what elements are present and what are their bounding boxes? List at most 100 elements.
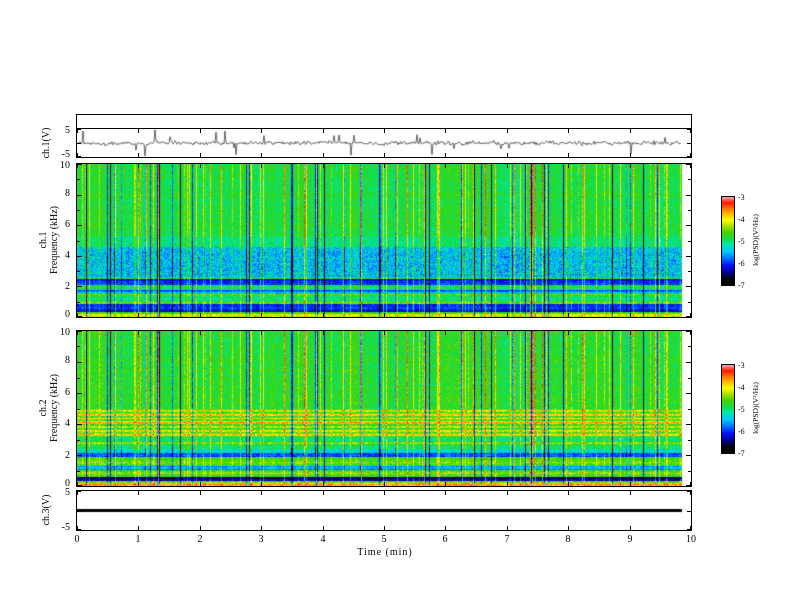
y-tick-mark bbox=[687, 529, 691, 530]
x-tick-mark bbox=[384, 482, 385, 486]
y-tick-mark bbox=[77, 225, 82, 226]
x-tick-mark bbox=[568, 153, 569, 157]
y-tick-mark bbox=[686, 485, 691, 486]
ch1-colorbar bbox=[721, 196, 735, 286]
x-axis-tick-label: 0 bbox=[74, 534, 80, 545]
y-tick-mark bbox=[77, 179, 80, 180]
y-tick-mark bbox=[77, 256, 82, 257]
ch1-frequency-axis-label-line1: ch.1 bbox=[38, 231, 49, 249]
y-tick-mark bbox=[77, 393, 82, 394]
x-tick-mark bbox=[568, 526, 569, 530]
y-tick-mark bbox=[688, 271, 691, 272]
y-tick-mark bbox=[688, 346, 691, 347]
ch2-frequency-axis-label: ch.2 Frequency (kHz) bbox=[38, 333, 60, 483]
x-tick-mark bbox=[138, 331, 139, 335]
x-tick-mark bbox=[568, 313, 569, 317]
y-tick-mark bbox=[686, 316, 691, 317]
colorbar-tick-label: -3 bbox=[738, 361, 745, 370]
ch3-waveform-canvas bbox=[77, 491, 691, 530]
ch1-colorbar-label: log(PSD)(V²/Hz) bbox=[751, 214, 760, 266]
y-tick-mark bbox=[77, 286, 82, 287]
y-tick-mark bbox=[686, 393, 691, 394]
y-tick-mark bbox=[77, 346, 80, 347]
x-tick-mark bbox=[138, 153, 139, 157]
y-tick-mark bbox=[686, 455, 691, 456]
x-tick-mark bbox=[630, 331, 631, 335]
ch3-waveform-panel bbox=[76, 490, 692, 531]
x-axis-tick-label: 1 bbox=[135, 534, 141, 545]
x-tick-mark bbox=[323, 491, 324, 495]
ch2-frequency-axis-label-line2: Frequency (kHz) bbox=[49, 373, 60, 443]
colorbar-tick-label: -3 bbox=[738, 193, 745, 202]
x-tick-mark bbox=[200, 164, 201, 168]
x-axis-tick-label: 6 bbox=[442, 534, 448, 545]
y-tick-mark bbox=[688, 378, 691, 379]
y-tick-mark bbox=[77, 424, 82, 425]
y-tick-mark bbox=[77, 302, 80, 303]
x-tick-mark bbox=[568, 164, 569, 168]
x-tick-mark bbox=[445, 164, 446, 168]
x-tick-mark bbox=[630, 482, 631, 486]
y-tick-mark bbox=[77, 409, 80, 410]
y-tick-mark bbox=[688, 409, 691, 410]
ch2-colorbar-label: log(PSD)(V²/Hz) bbox=[751, 382, 760, 434]
x-tick-mark bbox=[507, 331, 508, 335]
x-tick-mark bbox=[507, 313, 508, 317]
y-tick-mark bbox=[687, 491, 691, 492]
x-tick-mark bbox=[630, 153, 631, 157]
x-tick-mark bbox=[630, 313, 631, 317]
x-tick-mark bbox=[507, 129, 508, 133]
x-tick-mark bbox=[138, 526, 139, 530]
y-tick-mark bbox=[77, 485, 82, 486]
ch2-colorbar bbox=[721, 364, 735, 454]
y-tick-mark bbox=[688, 440, 691, 441]
time-axis-label: Time (min) bbox=[357, 547, 413, 558]
x-tick-mark bbox=[323, 482, 324, 486]
x-axis-tick-label: 5 bbox=[381, 534, 387, 545]
y-tick-mark bbox=[688, 210, 691, 211]
x-tick-mark bbox=[261, 526, 262, 530]
ch2-frequency-axis-label-line1: ch.2 bbox=[38, 399, 49, 417]
ch2-colorbar-gradient bbox=[722, 365, 734, 453]
x-tick-mark bbox=[200, 526, 201, 530]
x-tick-mark bbox=[261, 313, 262, 317]
ch1-frequency-axis-label: ch.1 Frequency (kHz) bbox=[38, 165, 60, 315]
y-tick-mark bbox=[77, 491, 81, 492]
x-tick-mark bbox=[323, 129, 324, 133]
x-tick-mark bbox=[200, 153, 201, 157]
y-tick-mark bbox=[77, 210, 80, 211]
y-tick-mark bbox=[686, 164, 691, 165]
y-tick-mark bbox=[77, 156, 81, 157]
x-tick-mark bbox=[445, 526, 446, 530]
y-tick-mark bbox=[77, 529, 81, 530]
x-tick-mark bbox=[568, 129, 569, 133]
ch1-waveform-panel bbox=[76, 128, 692, 158]
x-axis-tick-label: 2 bbox=[197, 534, 203, 545]
y-tick-mark bbox=[77, 129, 81, 130]
y-tick-mark bbox=[688, 471, 691, 472]
x-tick-mark bbox=[445, 153, 446, 157]
y-tick-mark bbox=[686, 362, 691, 363]
y-tick-mark bbox=[77, 471, 80, 472]
x-tick-mark bbox=[507, 153, 508, 157]
ch1-spectrogram-panel bbox=[76, 163, 692, 318]
x-tick-mark bbox=[445, 482, 446, 486]
x-axis-tick-label: 8 bbox=[565, 534, 571, 545]
x-tick-mark bbox=[445, 491, 446, 495]
x-tick-mark bbox=[323, 331, 324, 335]
x-tick-mark bbox=[323, 313, 324, 317]
y-tick-mark bbox=[687, 156, 691, 157]
y-tick-mark bbox=[77, 455, 82, 456]
y-tick-mark bbox=[77, 511, 81, 512]
x-axis-tick-label: 4 bbox=[320, 534, 326, 545]
ch2-spectrogram-panel bbox=[76, 330, 692, 487]
y-tick-mark bbox=[686, 424, 691, 425]
y-tick-mark bbox=[688, 302, 691, 303]
x-tick-mark bbox=[200, 129, 201, 133]
x-tick-mark bbox=[200, 313, 201, 317]
x-tick-mark bbox=[568, 482, 569, 486]
time-axis-ticks: 0 1 2 3 4 5 6 7 8 9 10 bbox=[75, 534, 697, 546]
x-tick-mark bbox=[384, 164, 385, 168]
y-tick-mark bbox=[77, 440, 80, 441]
x-tick-mark bbox=[384, 526, 385, 530]
